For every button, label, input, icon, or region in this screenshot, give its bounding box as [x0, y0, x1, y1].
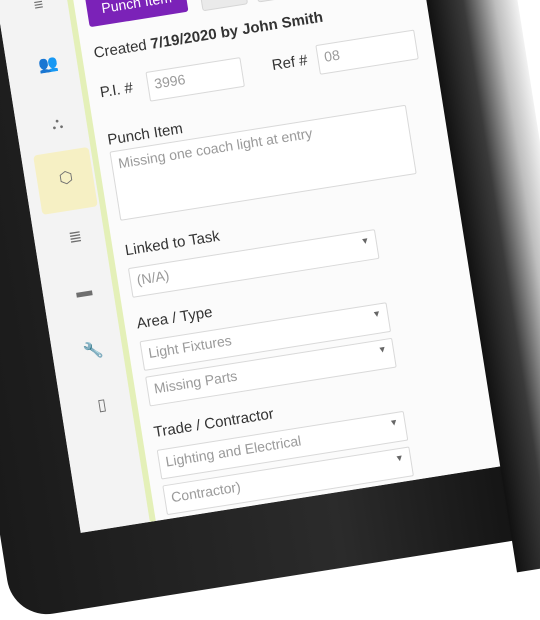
attach-button[interactable]: ✎	[197, 0, 249, 12]
truck-icon[interactable]: ▬	[69, 277, 99, 307]
hexagon-icon[interactable]: ⬡	[51, 164, 81, 194]
contractor-value: Contractor)	[170, 478, 242, 506]
chevron-down-icon: ▼	[377, 343, 388, 356]
ref-label: Ref #	[270, 51, 309, 75]
photo-button[interactable]: ▭	[252, 0, 308, 3]
linked-task-label: Linked to Task	[123, 227, 221, 260]
chevron-down-icon: ▼	[388, 416, 400, 429]
created-value: 7/19/2020 by John Smith	[149, 8, 325, 53]
area-value: Light Fixtures	[147, 332, 233, 361]
chevron-down-icon: ▼	[394, 452, 405, 464]
created-label: Created	[92, 36, 148, 62]
area-type-label: Area / Type	[135, 303, 214, 333]
pdf-icon[interactable]: ▯	[87, 391, 117, 421]
tab-punch-item[interactable]: Punch Item	[84, 0, 189, 28]
pi-field[interactable]: 3996	[145, 57, 245, 102]
type-value: Missing Parts	[152, 367, 239, 397]
chevron-down-icon: ▼	[371, 308, 382, 320]
punch-item-textarea[interactable]: Missing one coach light at entry	[109, 104, 417, 221]
trade-value: Lighting and Electrical	[164, 432, 303, 470]
menu-icon[interactable]: ≡	[24, 0, 54, 21]
wrench-icon[interactable]: 🔧	[79, 337, 109, 367]
pi-label: P.I. #	[98, 79, 135, 102]
chevron-down-icon: ▼	[359, 235, 371, 247]
database-icon[interactable]: ≣	[61, 223, 91, 253]
people-icon[interactable]: 👥	[33, 50, 63, 80]
linked-task-value: (N/A)	[135, 266, 171, 288]
sitemap-icon[interactable]: ⛬	[43, 110, 73, 140]
ref-field[interactable]: 08	[315, 29, 419, 75]
